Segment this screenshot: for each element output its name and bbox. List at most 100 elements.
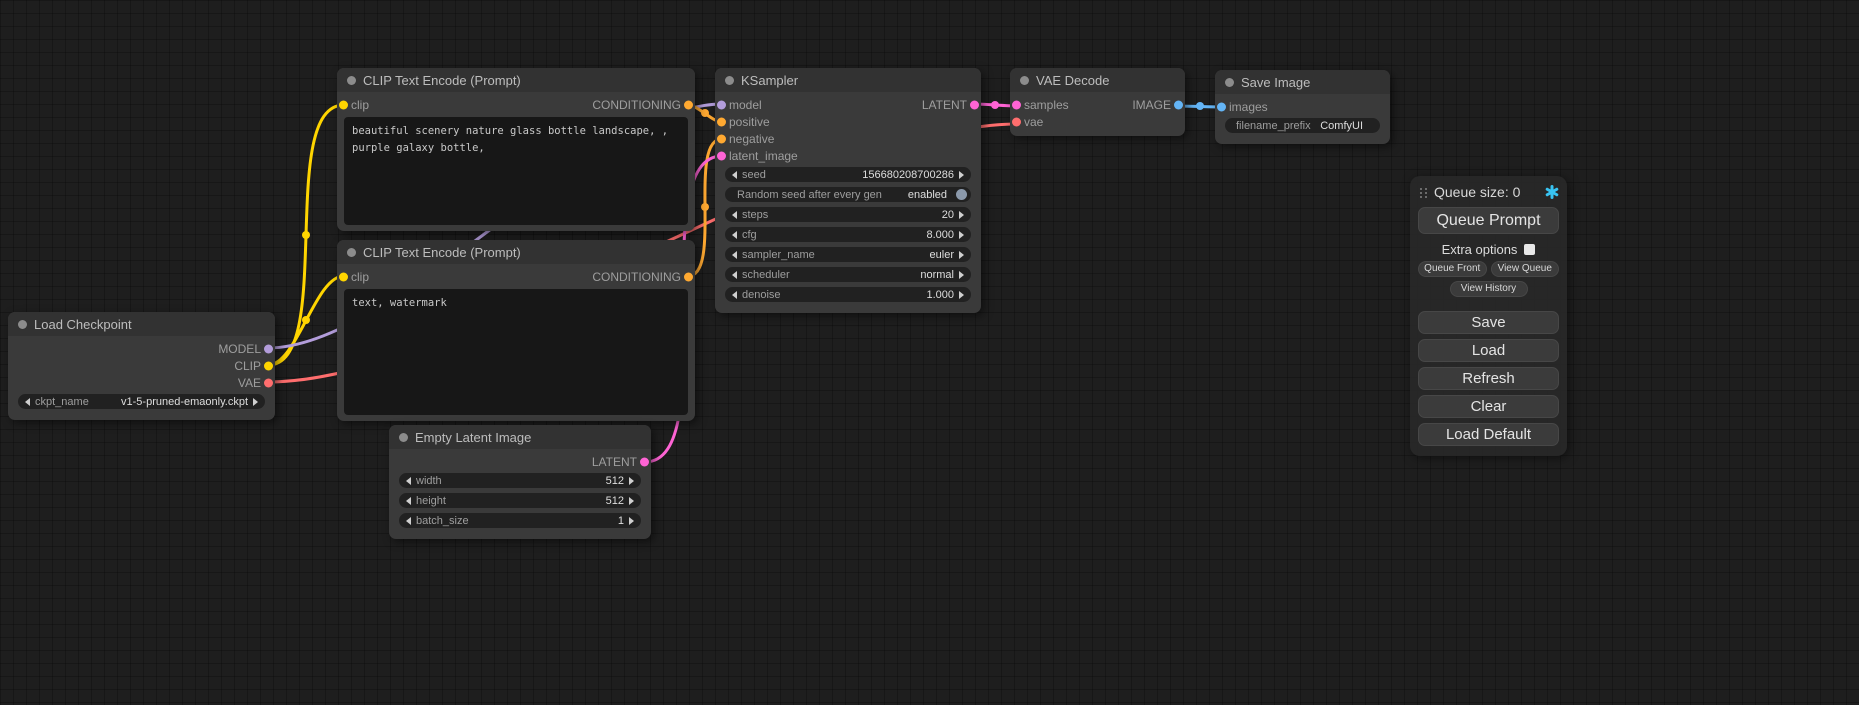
node-header[interactable]: Empty Latent Image: [389, 425, 651, 449]
node-vae-decode[interactable]: VAE Decode samples IMAGE vae: [1010, 68, 1185, 136]
width-widget[interactable]: width 512: [399, 473, 641, 488]
image-output-port[interactable]: [1174, 100, 1183, 109]
samples-input-port[interactable]: [1012, 100, 1021, 109]
decrement-arrow-icon[interactable]: [406, 477, 411, 485]
node-title: Save Image: [1241, 75, 1310, 90]
save-button[interactable]: Save: [1418, 311, 1559, 334]
positive-input-port[interactable]: [717, 117, 726, 126]
increment-arrow-icon[interactable]: [629, 517, 634, 525]
clip-input-port[interactable]: [339, 272, 348, 281]
increment-arrow-icon[interactable]: [959, 291, 964, 299]
model-input-port[interactable]: [717, 100, 726, 109]
port-row: clip CONDITIONING: [337, 268, 695, 285]
node-save-image[interactable]: Save Image images filename_prefix ComfyU…: [1215, 70, 1390, 144]
prev-value-arrow-icon[interactable]: [732, 271, 737, 279]
batch-size-widget[interactable]: batch_size 1: [399, 513, 641, 528]
latent-image-input-port[interactable]: [717, 151, 726, 160]
seed-widget[interactable]: seed 156680208700286: [725, 167, 971, 182]
node-header[interactable]: Save Image: [1215, 70, 1390, 94]
next-value-arrow-icon[interactable]: [253, 398, 258, 406]
decrement-arrow-icon[interactable]: [732, 231, 737, 239]
queue-front-button[interactable]: Queue Front: [1418, 261, 1487, 277]
node-load-checkpoint[interactable]: Load Checkpoint MODEL CLIP VAE ckpt_name…: [8, 312, 275, 420]
decrement-arrow-icon[interactable]: [732, 171, 737, 179]
node-clip-text-encode-negative[interactable]: CLIP Text Encode (Prompt) clip CONDITION…: [337, 240, 695, 421]
ckpt-name-widget[interactable]: ckpt_name v1-5-pruned-emaonly.ckpt: [18, 394, 265, 409]
vae-output-port[interactable]: [264, 378, 273, 387]
node-empty-latent-image[interactable]: Empty Latent Image LATENT width 512 heig…: [389, 425, 651, 539]
view-queue-button[interactable]: View Queue: [1491, 261, 1560, 277]
vae-input-port[interactable]: [1012, 117, 1021, 126]
node-header[interactable]: CLIP Text Encode (Prompt): [337, 68, 695, 92]
cfg-widget[interactable]: cfg 8.000: [725, 227, 971, 242]
latent-output-port[interactable]: [970, 100, 979, 109]
collapse-dot-icon[interactable]: [347, 248, 356, 257]
load-button[interactable]: Load: [1418, 339, 1559, 362]
conditioning-output-port[interactable]: [684, 100, 693, 109]
negative-input-port[interactable]: [717, 134, 726, 143]
steps-widget[interactable]: steps 20: [725, 207, 971, 222]
link-dot: [701, 109, 709, 117]
sampler-name-widget[interactable]: sampler_name euler: [725, 247, 971, 262]
node-ksampler[interactable]: KSampler model LATENT positive negative …: [715, 68, 981, 313]
prev-value-arrow-icon[interactable]: [732, 251, 737, 259]
port-row-positive: positive: [715, 113, 981, 130]
decrement-arrow-icon[interactable]: [732, 291, 737, 299]
drag-handle-icon[interactable]: [1420, 188, 1422, 190]
node-header[interactable]: CLIP Text Encode (Prompt): [337, 240, 695, 264]
scheduler-widget[interactable]: scheduler normal: [725, 267, 971, 282]
node-title: Empty Latent Image: [415, 430, 531, 445]
increment-arrow-icon[interactable]: [959, 211, 964, 219]
collapse-dot-icon[interactable]: [725, 76, 734, 85]
wire-clip-to-negative-prompt: [268, 276, 344, 365]
increment-arrow-icon[interactable]: [629, 477, 634, 485]
output-row-model: MODEL: [8, 340, 275, 357]
images-input-port[interactable]: [1217, 102, 1226, 111]
increment-arrow-icon[interactable]: [629, 497, 634, 505]
latent-output-port[interactable]: [640, 457, 649, 466]
queue-size-label: Queue size: 0: [1434, 184, 1520, 200]
port-row-vae: vae: [1010, 113, 1185, 130]
prompt-text-input[interactable]: text, watermark: [344, 289, 688, 415]
height-widget[interactable]: height 512: [399, 493, 641, 508]
node-header[interactable]: VAE Decode: [1010, 68, 1185, 92]
toggle-knob-icon[interactable]: [956, 189, 967, 200]
clip-output-port[interactable]: [264, 361, 273, 370]
queue-menu-panel: Queue size: 0 Queue Prompt Extra options…: [1410, 176, 1567, 456]
collapse-dot-icon[interactable]: [399, 433, 408, 442]
conditioning-output-port[interactable]: [684, 272, 693, 281]
port-row-images: images: [1215, 98, 1390, 115]
increment-arrow-icon[interactable]: [959, 231, 964, 239]
node-header[interactable]: KSampler: [715, 68, 981, 92]
collapse-dot-icon[interactable]: [18, 320, 27, 329]
load-default-button[interactable]: Load Default: [1418, 423, 1559, 446]
decrement-arrow-icon[interactable]: [732, 211, 737, 219]
collapse-dot-icon[interactable]: [347, 76, 356, 85]
node-title: Load Checkpoint: [34, 317, 132, 332]
clip-input-port[interactable]: [339, 100, 348, 109]
node-clip-text-encode-positive[interactable]: CLIP Text Encode (Prompt) clip CONDITION…: [337, 68, 695, 231]
prev-value-arrow-icon[interactable]: [25, 398, 30, 406]
clear-button[interactable]: Clear: [1418, 395, 1559, 418]
random-seed-toggle-widget[interactable]: Random seed after every gen enabled: [725, 187, 971, 202]
node-header[interactable]: Load Checkpoint: [8, 312, 275, 336]
collapse-dot-icon[interactable]: [1020, 76, 1029, 85]
increment-arrow-icon[interactable]: [959, 171, 964, 179]
next-value-arrow-icon[interactable]: [959, 271, 964, 279]
refresh-button[interactable]: Refresh: [1418, 367, 1559, 390]
filename-prefix-widget[interactable]: filename_prefix ComfyUI: [1225, 118, 1380, 133]
extra-options-checkbox[interactable]: [1524, 244, 1535, 255]
model-output-port[interactable]: [264, 344, 273, 353]
link-dot: [302, 316, 310, 324]
port-row-negative: negative: [715, 130, 981, 147]
denoise-widget[interactable]: denoise 1.000: [725, 287, 971, 302]
output-row-latent: LATENT: [389, 453, 651, 470]
decrement-arrow-icon[interactable]: [406, 517, 411, 525]
prompt-text-input[interactable]: beautiful scenery nature glass bottle la…: [344, 117, 688, 225]
collapse-dot-icon[interactable]: [1225, 78, 1234, 87]
decrement-arrow-icon[interactable]: [406, 497, 411, 505]
queue-prompt-button[interactable]: Queue Prompt: [1418, 207, 1559, 234]
next-value-arrow-icon[interactable]: [959, 251, 964, 259]
settings-gear-icon[interactable]: [1545, 185, 1559, 199]
view-history-button[interactable]: View History: [1450, 281, 1528, 297]
